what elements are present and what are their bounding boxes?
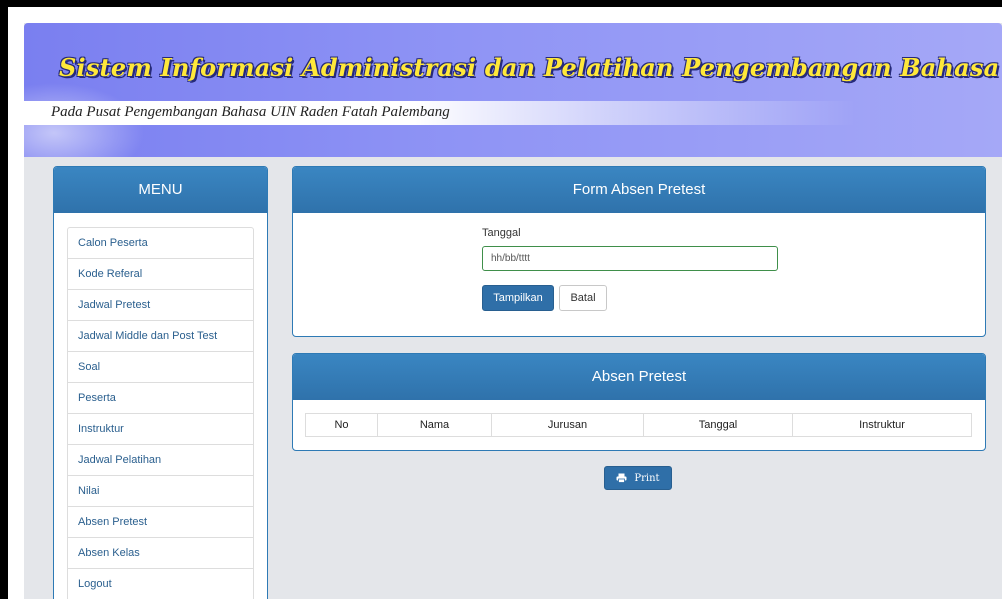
form-absen-pretest-panel: Form Absen Pretest Tanggal Tampilkan Bat…	[292, 166, 986, 337]
menu-item-absen-kelas[interactable]: Absen Kelas	[67, 538, 254, 569]
print-button[interactable]: Print	[604, 466, 672, 490]
printer-icon	[616, 473, 627, 483]
sidebar-menu: MENU Calon Peserta Kode Referal Jadwal P…	[53, 166, 268, 599]
menu-item-calon-peserta[interactable]: Calon Peserta	[67, 227, 254, 259]
menu-item-logout[interactable]: Logout	[67, 569, 254, 599]
window-frame: Sistem Informasi Administrasi dan Pelati…	[8, 7, 1002, 599]
menu-item-instruktur[interactable]: Instruktur	[67, 414, 254, 445]
header-banner: Sistem Informasi Administrasi dan Pelati…	[24, 23, 1002, 157]
column-header-no: No	[305, 413, 378, 437]
menu-item-nilai[interactable]: Nilai	[67, 476, 254, 507]
menu-list: Calon Peserta Kode Referal Jadwal Pretes…	[67, 227, 254, 599]
form-panel-title: Form Absen Pretest	[293, 167, 985, 213]
attendance-table: No Nama Jurusan Tanggal Instruktur	[305, 413, 972, 437]
column-header-instruktur: Instruktur	[792, 413, 972, 437]
menu-item-jadwal-pretest[interactable]: Jadwal Pretest	[67, 290, 254, 321]
site-title: Sistem Informasi Administrasi dan Pelati…	[59, 53, 1000, 82]
table-panel-title: Absen Pretest	[293, 354, 985, 400]
menu-item-peserta[interactable]: Peserta	[67, 383, 254, 414]
date-input[interactable]	[482, 246, 778, 271]
site-subtitle: Pada Pusat Pengembangan Bahasa UIN Raden…	[51, 104, 450, 120]
table-header-row: No Nama Jurusan Tanggal Instruktur	[305, 413, 972, 437]
column-header-jurusan: Jurusan	[491, 413, 644, 437]
menu-item-jadwal-pelatihan[interactable]: Jadwal Pelatihan	[67, 445, 254, 476]
column-header-nama: Nama	[377, 413, 492, 437]
menu-item-soal[interactable]: Soal	[67, 352, 254, 383]
absen-pretest-panel: Absen Pretest No Nama Jurusan Tanggal In…	[292, 353, 986, 451]
batal-button[interactable]: Batal	[559, 285, 607, 311]
print-button-label: Print	[634, 472, 660, 484]
menu-item-kode-referal[interactable]: Kode Referal	[67, 259, 254, 290]
menu-item-jadwal-middle-post-test[interactable]: Jadwal Middle dan Post Test	[67, 321, 254, 352]
page: Sistem Informasi Administrasi dan Pelati…	[24, 23, 1002, 599]
date-field-label: Tanggal	[482, 227, 521, 239]
tampilkan-button[interactable]: Tampilkan	[482, 285, 554, 311]
sidebar-heading: MENU	[54, 167, 267, 213]
menu-item-absen-pretest[interactable]: Absen Pretest	[67, 507, 254, 538]
column-header-tanggal: Tanggal	[643, 413, 793, 437]
